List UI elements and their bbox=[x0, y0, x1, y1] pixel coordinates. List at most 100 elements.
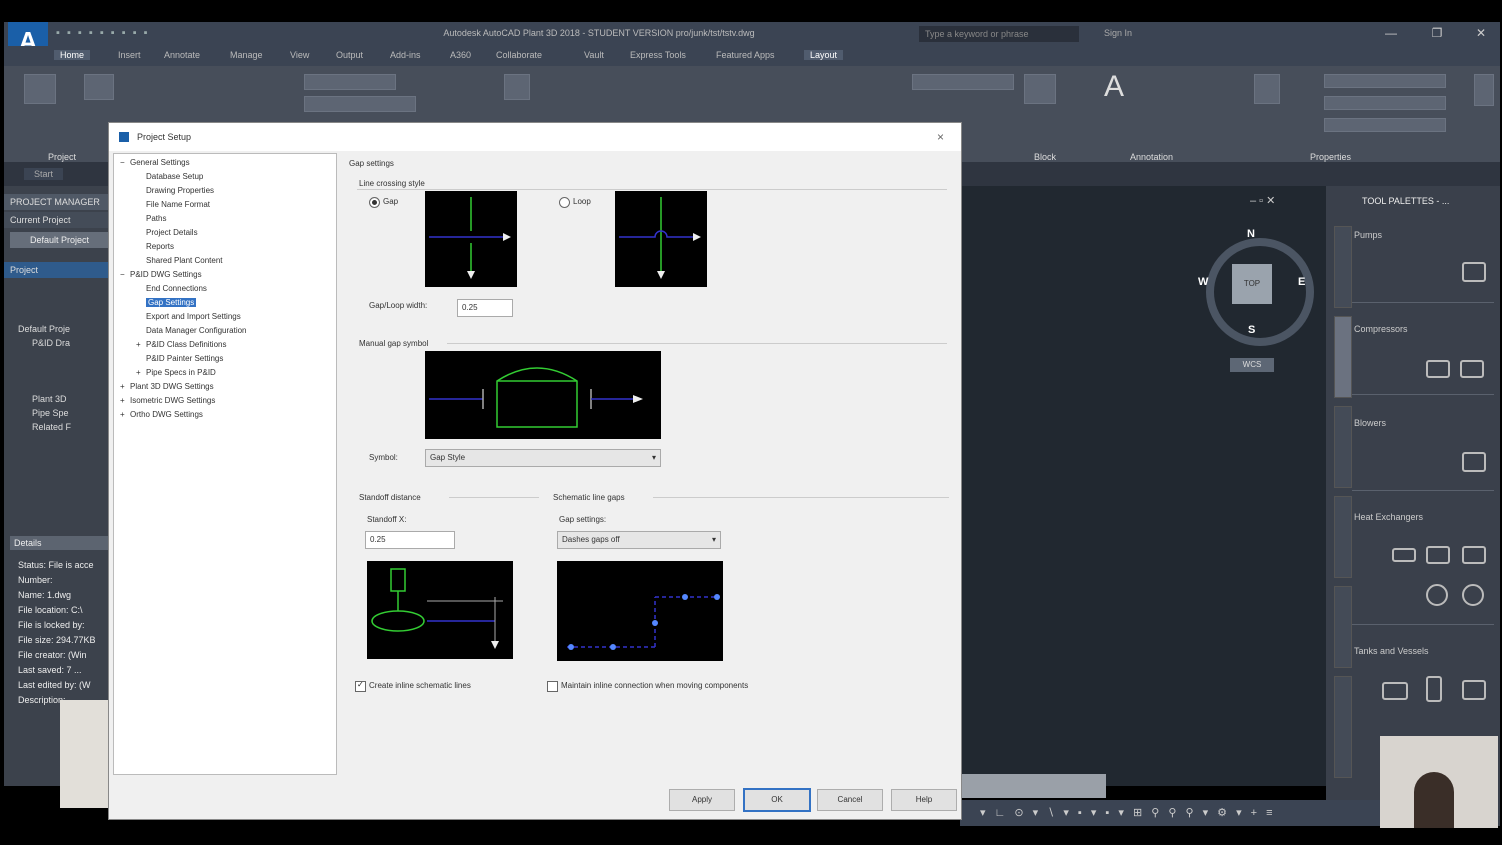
match-properties-icon[interactable] bbox=[1254, 74, 1280, 104]
pump-icon[interactable] bbox=[1462, 262, 1486, 282]
tree-item[interactable]: Plant 3D bbox=[32, 394, 67, 404]
settings-tree-item[interactable]: Plant 3D DWG Settings bbox=[130, 382, 214, 391]
help-button[interactable]: Help bbox=[891, 789, 957, 811]
tab-manage[interactable]: Manage bbox=[230, 50, 263, 60]
compressor-icon[interactable] bbox=[1426, 360, 1450, 378]
tab-output[interactable]: Output bbox=[336, 50, 363, 60]
linetype-dropdown[interactable] bbox=[1324, 96, 1446, 110]
tab-vault[interactable]: Vault bbox=[584, 50, 604, 60]
tree-expander-icon[interactable]: + bbox=[136, 340, 141, 349]
tree-expander-icon[interactable]: + bbox=[120, 396, 125, 405]
project-section[interactable]: Project bbox=[4, 262, 112, 278]
heat-exchanger-icon[interactable] bbox=[1426, 546, 1450, 564]
maintain-connection-checkbox[interactable] bbox=[547, 681, 558, 692]
heat-exchanger-icon[interactable] bbox=[1426, 584, 1448, 606]
wcs-button[interactable]: WCS bbox=[1230, 358, 1274, 372]
settings-tree-item[interactable]: P&ID DWG Settings bbox=[130, 270, 202, 279]
tab-featured-apps[interactable]: Featured Apps bbox=[716, 50, 775, 60]
ribbon-tool-icon[interactable] bbox=[504, 74, 530, 100]
symbol-dropdown[interactable]: Gap Style ▾ bbox=[425, 449, 661, 467]
vessel-icon[interactable] bbox=[1426, 676, 1442, 702]
tank-icon[interactable] bbox=[1382, 682, 1408, 700]
settings-tree-item[interactable]: End Connections bbox=[146, 284, 207, 293]
gap-width-input[interactable]: 0.25 bbox=[457, 299, 513, 317]
status-toggles[interactable]: ▾ ∟ ⊙ ▾ ∖ ▾ ▪ ▾ ▪ ▾ ⊞ ⚲ ⚲ ⚲ ▾ ⚙ ▾ + ≡ bbox=[980, 806, 1276, 819]
settings-tree-item[interactable]: Paths bbox=[146, 214, 166, 223]
sign-in-button[interactable]: Sign In bbox=[1104, 28, 1324, 38]
tree-expander-icon[interactable]: + bbox=[136, 368, 141, 377]
settings-tree-item[interactable]: Pipe Specs in P&ID bbox=[146, 368, 216, 377]
tab-express-tools[interactable]: Express Tools bbox=[630, 50, 686, 60]
tree-expander-icon[interactable]: + bbox=[120, 410, 125, 419]
blower-icon[interactable] bbox=[1462, 452, 1486, 472]
tree-item[interactable]: Default Proje bbox=[18, 324, 70, 334]
minimize-icon[interactable]: — bbox=[1376, 26, 1406, 40]
settings-tree-item[interactable]: Shared Plant Content bbox=[146, 256, 223, 265]
settings-tree-item[interactable]: Isometric DWG Settings bbox=[130, 396, 215, 405]
settings-tree-item[interactable]: Reports bbox=[146, 242, 174, 251]
viewcube-east[interactable]: E bbox=[1298, 276, 1305, 288]
current-project-dropdown[interactable]: Default Project bbox=[10, 232, 110, 248]
gap-radio[interactable] bbox=[369, 197, 380, 208]
settings-tree-item[interactable]: Ortho DWG Settings bbox=[130, 410, 203, 419]
close-icon[interactable]: ✕ bbox=[1466, 26, 1496, 40]
settings-tree-item[interactable]: Database Setup bbox=[146, 172, 203, 181]
tree-expander-icon[interactable]: − bbox=[120, 158, 125, 167]
tab-insert[interactable]: Insert bbox=[118, 50, 141, 60]
maximize-icon[interactable]: ❐ bbox=[1422, 26, 1452, 40]
viewcube-north[interactable]: N bbox=[1247, 228, 1255, 240]
text-icon[interactable]: A bbox=[1104, 70, 1124, 104]
settings-tree-item[interactable]: Project Details bbox=[146, 228, 198, 237]
create-inline-checkbox[interactable]: ✓ bbox=[355, 680, 366, 692]
vtab-non-engineering[interactable] bbox=[1334, 676, 1352, 778]
dialog-close-icon[interactable]: × bbox=[937, 130, 944, 144]
heat-exchanger-icon[interactable] bbox=[1462, 584, 1484, 606]
settings-tree-item[interactable]: General Settings bbox=[130, 158, 190, 167]
tree-item[interactable]: Related F bbox=[32, 422, 71, 432]
list-icon[interactable] bbox=[1474, 74, 1494, 106]
vtab-valves[interactable] bbox=[1334, 406, 1352, 488]
tree-expander-icon[interactable]: − bbox=[120, 270, 125, 279]
loop-radio[interactable] bbox=[559, 197, 570, 208]
tab-layout[interactable]: Layout bbox=[804, 50, 844, 60]
settings-tree-item[interactable]: P&ID Painter Settings bbox=[146, 354, 223, 363]
settings-tree-item[interactable]: P&ID Class Definitions bbox=[146, 340, 226, 349]
panel-project-label[interactable]: Project bbox=[48, 152, 76, 162]
apply-button[interactable]: Apply bbox=[669, 789, 735, 811]
vtab-fittings[interactable] bbox=[1334, 496, 1352, 578]
command-line[interactable] bbox=[960, 774, 1106, 798]
layer-dropdown[interactable] bbox=[912, 74, 1014, 90]
quick-access-toolbar[interactable]: ▪ ▪ ▪ ▪ ▪ ▪ ▪ ▪ ▪ bbox=[56, 27, 251, 41]
settings-tree-item[interactable]: Data Manager Configuration bbox=[146, 326, 247, 335]
ok-button[interactable]: OK bbox=[743, 788, 811, 812]
settings-tree-item[interactable]: File Name Format bbox=[146, 200, 210, 209]
viewcube-west[interactable]: W bbox=[1198, 276, 1208, 288]
vtab-equipment[interactable] bbox=[1334, 316, 1352, 398]
lineweight-dropdown[interactable] bbox=[1324, 118, 1446, 132]
vtab-instruments[interactable] bbox=[1334, 586, 1352, 668]
ribbon-dropdown-2[interactable] bbox=[304, 96, 416, 112]
panel-block-label[interactable]: Block bbox=[1034, 152, 1056, 162]
settings-tree-item[interactable]: Gap Settings bbox=[146, 298, 197, 307]
compressor-icon[interactable] bbox=[1460, 360, 1484, 378]
search-input[interactable]: Type a keyword or phrase bbox=[919, 26, 1079, 42]
tree-item[interactable]: P&ID Dra bbox=[32, 338, 70, 348]
tab-view[interactable]: View bbox=[290, 50, 309, 60]
insert-block-icon[interactable] bbox=[1024, 74, 1056, 104]
color-dropdown[interactable] bbox=[1324, 74, 1446, 88]
cancel-button[interactable]: Cancel bbox=[817, 789, 883, 811]
settings-tree-item[interactable]: Export and Import Settings bbox=[146, 312, 241, 321]
vtab-lines[interactable] bbox=[1334, 226, 1352, 308]
viewcube-south[interactable]: S bbox=[1248, 324, 1255, 336]
ribbon-tool-icon[interactable] bbox=[84, 74, 114, 100]
loop-radio-label[interactable]: Loop bbox=[573, 197, 591, 206]
tree-item[interactable]: Pipe Spe bbox=[32, 408, 69, 418]
status-bar[interactable]: ▾ ∟ ⊙ ▾ ∖ ▾ ▪ ▾ ▪ ▾ ⊞ ⚲ ⚲ ⚲ ▾ ⚙ ▾ + ≡ bbox=[960, 800, 1380, 826]
settings-tree-item[interactable]: Drawing Properties bbox=[146, 186, 214, 195]
tree-expander-icon[interactable]: + bbox=[120, 382, 125, 391]
ribbon-dropdown[interactable] bbox=[304, 74, 396, 90]
gap-settings-dropdown[interactable]: Dashes gaps off ▾ bbox=[557, 531, 721, 549]
tab-collaborate[interactable]: Collaborate bbox=[496, 50, 542, 60]
tab-annotate[interactable]: Annotate bbox=[164, 50, 200, 60]
tab-home[interactable]: Home bbox=[54, 50, 91, 60]
